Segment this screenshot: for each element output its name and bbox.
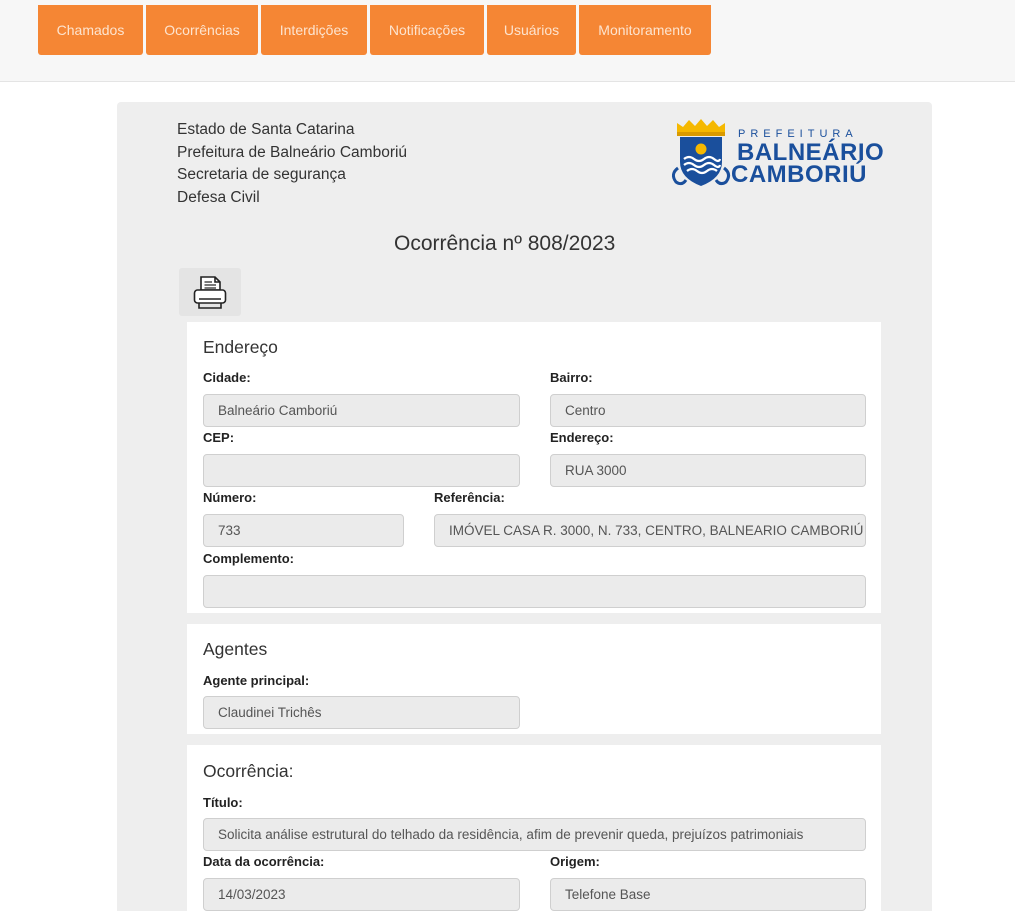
cep-field[interactable]	[203, 454, 520, 487]
numero-field[interactable]: 733	[203, 514, 404, 547]
complemento-field[interactable]	[203, 575, 866, 608]
data-ocorrencia-field[interactable]: 14/03/2023	[203, 878, 520, 911]
origem-field[interactable]: Telefone Base	[550, 878, 866, 911]
label-numero: Número:	[203, 490, 257, 505]
section-title-agentes: Agentes	[203, 639, 268, 659]
prefeitura-logo: PREFEITURA BALNEÁRIO CAMBORIÚ	[668, 118, 884, 194]
nav-tab-notificacoes[interactable]: Notificações	[370, 5, 484, 55]
label-endereco: Endereço:	[550, 430, 614, 445]
header-line-secretaria: Secretaria de segurança	[177, 166, 346, 183]
header-line-state: Estado de Santa Catarina	[177, 121, 355, 138]
agente-principal-field[interactable]: Claudinei Trichês	[203, 696, 520, 729]
main-nav: Chamados Ocorrências Interdições Notific…	[38, 5, 711, 55]
nav-tab-usuarios[interactable]: Usuários	[487, 5, 576, 55]
nav-tab-interdicoes[interactable]: Interdições	[261, 5, 367, 55]
institution-header: Estado de Santa Catarina Prefeitura de B…	[177, 119, 407, 209]
print-button[interactable]	[179, 268, 241, 316]
bairro-field[interactable]: Centro	[550, 394, 866, 427]
titulo-field[interactable]: Solicita análise estrutural do telhado d…	[203, 818, 866, 851]
label-agente-principal: Agente principal:	[203, 673, 310, 688]
printer-icon	[193, 276, 227, 309]
label-referencia: Referência:	[434, 490, 505, 505]
nav-tab-monitoramento[interactable]: Monitoramento	[579, 5, 711, 55]
label-bairro: Bairro:	[550, 370, 593, 385]
header-line-defesa-civil: Defesa Civil	[177, 188, 260, 206]
endereco-field[interactable]: RUA 3000	[550, 454, 866, 487]
referencia-field[interactable]: IMÓVEL CASA R. 3000, N. 733, CENTRO, BAL…	[434, 514, 866, 547]
label-origem: Origem:	[550, 854, 600, 869]
top-navbar: Chamados Ocorrências Interdições Notific…	[0, 0, 1015, 82]
page-title: Ocorrência nº 808/2023	[394, 232, 616, 255]
section-title-endereco: Endereço	[203, 337, 278, 357]
section-title-ocorrencia: Ocorrência:	[203, 761, 294, 781]
label-cidade: Cidade:	[203, 370, 251, 385]
cidade-field[interactable]: Balneário Camboriú	[203, 394, 520, 427]
header-line-prefeitura: Prefeitura de Balneário Camboriú	[177, 143, 408, 161]
logo-text-camboriu: CAMBORIÚ	[731, 161, 867, 188]
nav-tab-chamados[interactable]: Chamados	[38, 5, 143, 55]
label-data-ocorrencia: Data da ocorrência:	[203, 854, 325, 869]
nav-tab-ocorrencias[interactable]: Ocorrências	[146, 5, 258, 55]
city-crest-icon	[671, 119, 731, 186]
label-cep: CEP:	[203, 430, 235, 445]
label-complemento: Complemento:	[203, 551, 294, 566]
label-titulo: Título:	[203, 795, 243, 810]
